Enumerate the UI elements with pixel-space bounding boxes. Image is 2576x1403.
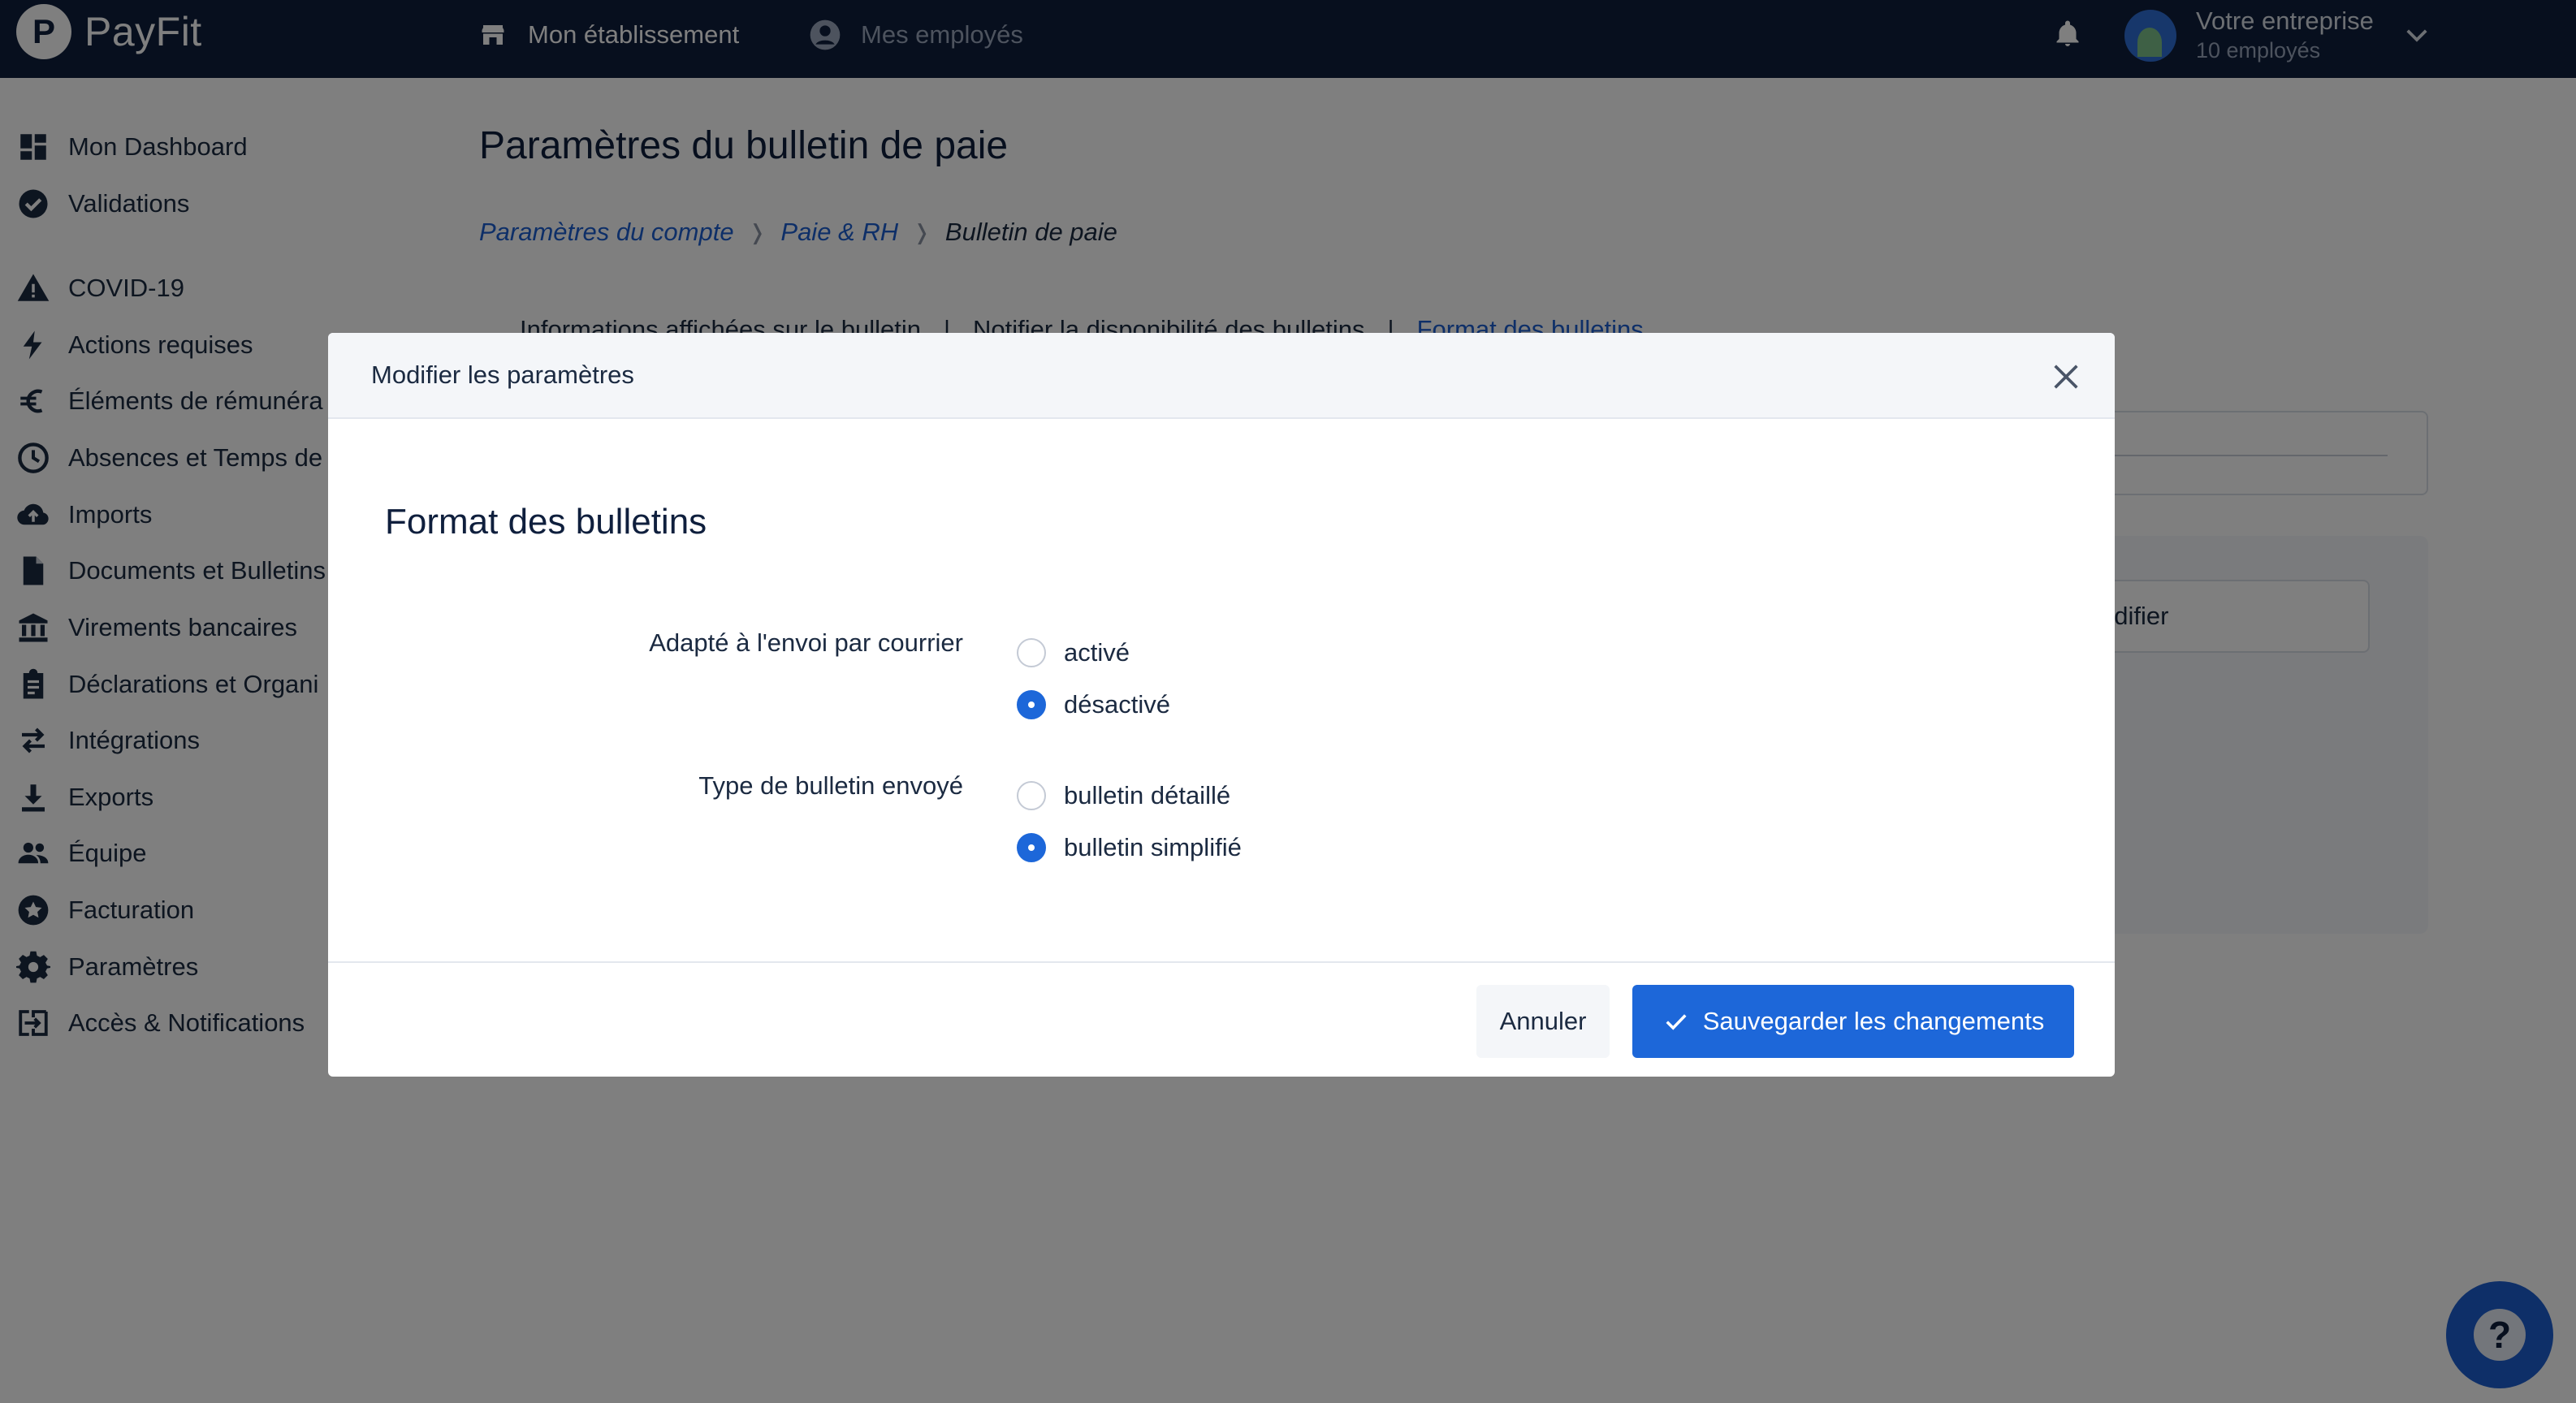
radio-button-selected[interactable]: [1017, 833, 1046, 862]
radio-button[interactable]: [1017, 781, 1046, 810]
checkmark-icon: [1666, 1014, 1687, 1030]
radio-bulletin-simplifie[interactable]: bulletin simplifié: [1017, 828, 1242, 867]
radio-bulletin-detaille[interactable]: bulletin détaillé: [1017, 776, 1230, 815]
radio-button-selected[interactable]: [1017, 690, 1046, 719]
radio-label: désactivé: [1064, 690, 1170, 719]
save-changes-button[interactable]: Sauvegarder les changements: [1632, 985, 2074, 1058]
field-label-courrier: Adapté à l'envoi par courrier: [649, 628, 963, 657]
radio-active[interactable]: activé: [1017, 633, 1130, 672]
radio-desactive[interactable]: désactivé: [1017, 685, 1170, 724]
modal-footer-divider: [328, 961, 2115, 963]
modifier-parametres-modal: Modifier les paramètres Format des bulle…: [328, 333, 2115, 1077]
modal-header: Modifier les paramètres: [328, 333, 2115, 419]
close-icon[interactable]: [2050, 360, 2082, 393]
radio-label: bulletin simplifié: [1064, 833, 1242, 861]
save-label: Sauvegarder les changements: [1702, 1007, 2045, 1035]
field-label-type-bulletin: Type de bulletin envoyé: [698, 771, 963, 800]
cancel-button[interactable]: Annuler: [1476, 985, 1610, 1058]
modal-title: Modifier les paramètres: [371, 360, 634, 389]
radio-label: bulletin détaillé: [1064, 781, 1231, 809]
radio-button[interactable]: [1017, 638, 1046, 667]
radio-label: activé: [1064, 638, 1130, 667]
modal-backdrop-top: [0, 0, 2576, 78]
section-title: Format des bulletins: [385, 502, 707, 542]
